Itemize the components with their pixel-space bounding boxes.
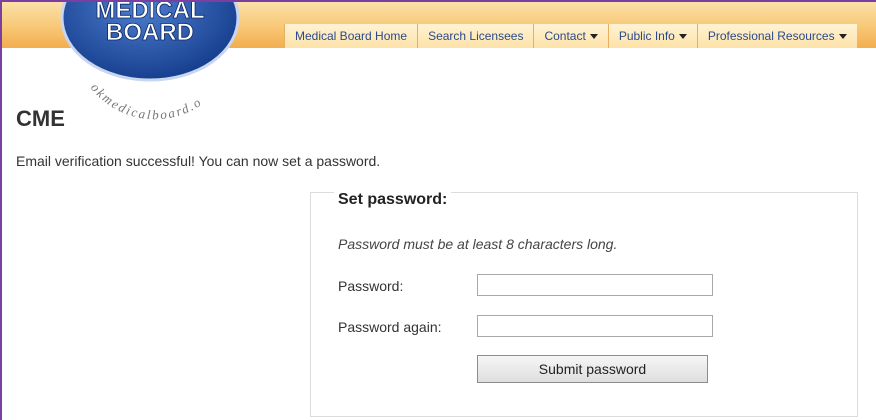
window-frame — [0, 0, 876, 420]
